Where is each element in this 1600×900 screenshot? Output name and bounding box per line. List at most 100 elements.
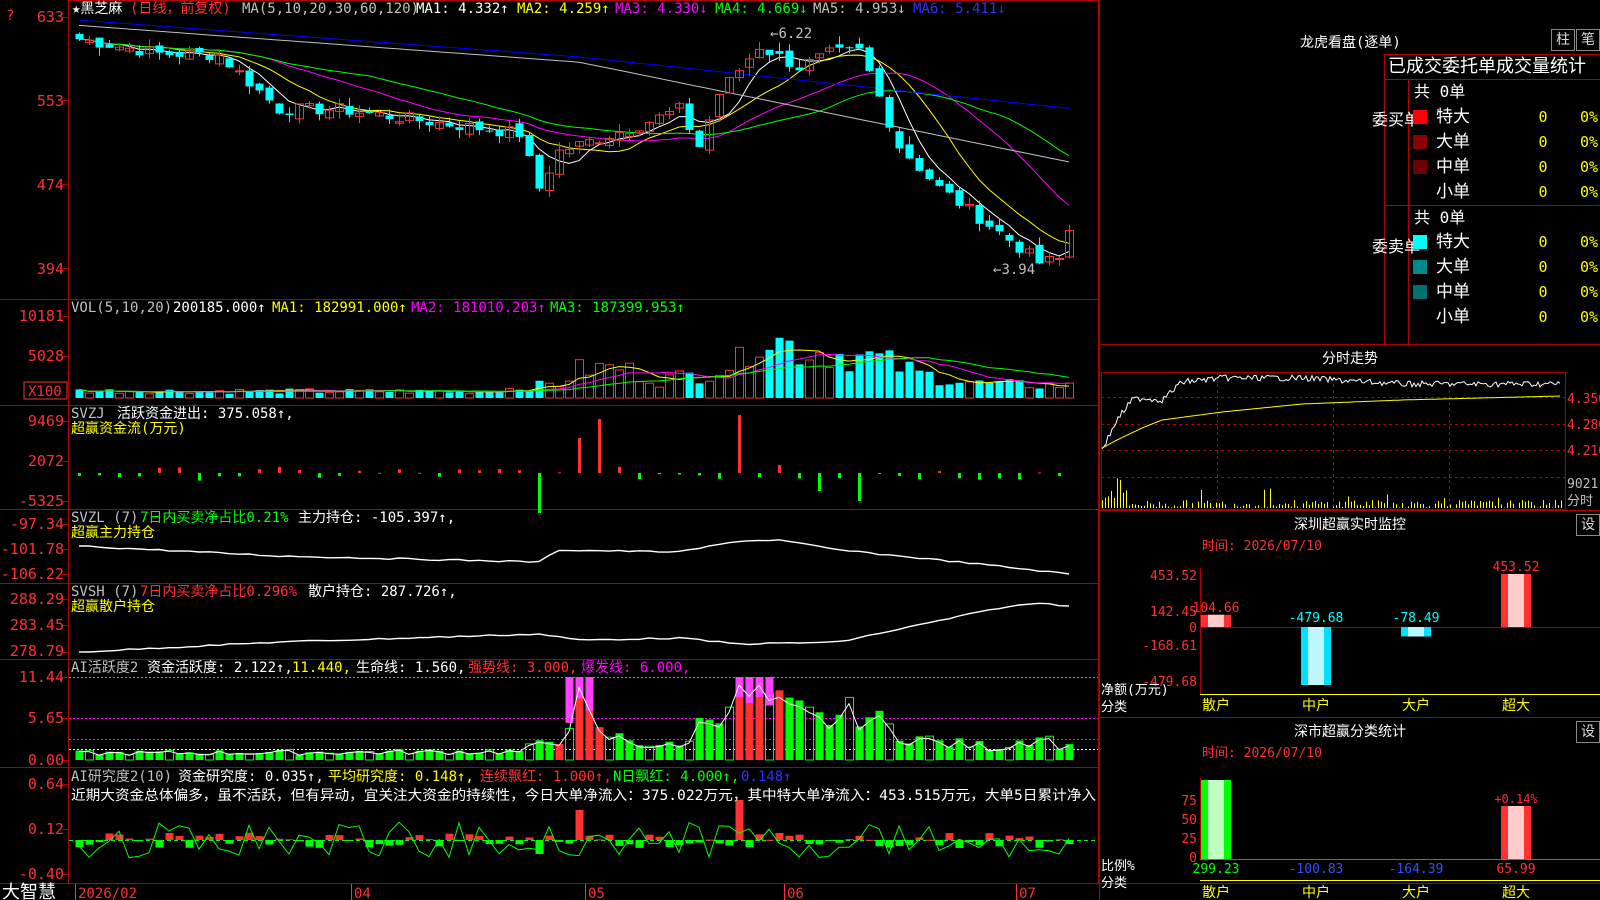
kline-chart[interactable]: 633 553 474 394 10181 5028 9469 2072 -53… [0, 0, 1600, 900]
active-tick-3: 0.00 [28, 751, 64, 769]
intraday-panel: 分时走势 4.350 4.280 4.210 9021 分时 [1101, 351, 1600, 510]
intraday-vol-label: 9021 [1567, 477, 1598, 492]
vol-tick-5028: 5028 [28, 347, 64, 365]
volume-bar [85, 392, 94, 399]
research-bar [715, 840, 724, 844]
research-bar [505, 836, 514, 840]
svzj-tick-3: -5325 [19, 492, 64, 510]
sz-class-settings-button[interactable]: 设 [1576, 721, 1600, 743]
active-bar [795, 700, 804, 760]
svzj-bar [578, 438, 581, 473]
volume-bar [815, 352, 824, 399]
buy-label: 委买单 [1372, 110, 1420, 129]
research-bar [845, 839, 854, 841]
intraday-tick-1: 4.350 [1567, 392, 1600, 407]
volume-bar [895, 371, 904, 398]
szc-x-title: 分类 [1101, 876, 1127, 891]
candle-body [365, 110, 374, 113]
corner-mark: ? [6, 8, 14, 24]
time-label-may: 05 [588, 886, 605, 900]
candle-body [195, 47, 204, 53]
time-axis: 大智慧 2026/02 04 05 06 07 [2, 882, 1036, 900]
period-label: (日线，前复权) [130, 0, 231, 17]
sz-monitor-title: 深圳超赢实时监控 [1294, 516, 1406, 533]
volume-bar [175, 391, 184, 398]
candle-body [225, 58, 234, 68]
sz-tick-1: 453.52 [1150, 569, 1197, 584]
svzj-bar [418, 472, 421, 474]
ma5-value: MA5: 4.953↓ [813, 1, 906, 17]
svzj-bar [598, 419, 601, 473]
research-bar [735, 800, 744, 840]
svzj-bar [558, 472, 561, 474]
szc-tick-2: 50 [1181, 813, 1197, 828]
svzj-bar [98, 473, 101, 476]
svzj-bar [818, 473, 821, 491]
volume-bar [675, 370, 684, 399]
sell-row-label: 特大 [1436, 232, 1470, 252]
sz-monitor-settings-button[interactable]: 设 [1576, 514, 1600, 536]
candle-body [1015, 241, 1024, 253]
candle-body [795, 67, 804, 71]
sell-row-swatch [1413, 285, 1427, 299]
candle-body [975, 204, 984, 224]
sz-tick-4: -168.61 [1142, 639, 1197, 654]
research-bar [815, 840, 824, 845]
volume-bar [855, 354, 864, 398]
active-bar [605, 736, 614, 761]
volume-bar [325, 391, 334, 399]
svzj-bar [718, 473, 721, 479]
svzj-bar [498, 469, 501, 473]
active-bar [1055, 748, 1064, 760]
buy-row-count: 0 [1538, 183, 1547, 201]
active-bar [595, 727, 604, 760]
candle-body [1035, 244, 1044, 264]
price-tick-633: 633 [37, 8, 64, 26]
svzj-bar [518, 470, 521, 473]
volume-bar [505, 387, 514, 399]
svzj-bar [638, 473, 641, 480]
volume-bar [845, 371, 854, 398]
volume-bar [995, 381, 1004, 398]
sz-tick-2: 142.45 [1150, 605, 1197, 620]
research-title: AI研究度2(10) [71, 769, 172, 785]
research-item3: 连续飘红: 1.000↑, [480, 768, 612, 785]
active-bar [935, 740, 944, 760]
svzj-bar [778, 465, 781, 473]
svzj-bar [958, 473, 961, 479]
chart-stage: 633 553 474 394 10181 5028 9469 2072 -53… [0, 0, 1600, 900]
svsh-tick-1: 288.29 [10, 590, 64, 608]
research-bar [615, 840, 624, 846]
svzj-subtitle: 超赢资金流(万元) [71, 420, 186, 437]
sz-class-value: 65.99 [1496, 862, 1535, 877]
volume-bar [1015, 380, 1024, 398]
pen-mode-button[interactable]: 笔 [1576, 29, 1600, 51]
buy-row-swatch [1413, 110, 1427, 124]
svzj-bar [858, 473, 861, 501]
sz-y-title: 净额(万元) [1101, 683, 1169, 698]
research-bar [455, 840, 464, 841]
bar-mode-button[interactable]: 柱 [1551, 29, 1575, 51]
sz-monitor-value: -479.68 [1289, 611, 1344, 626]
sz-class-category: 大户 [1402, 884, 1430, 900]
volume-bar [825, 366, 834, 399]
price-tick-553: 553 [37, 92, 64, 110]
sell-label: 委卖单 [1372, 237, 1420, 256]
candle-body [425, 121, 434, 126]
svzj-bar [678, 473, 681, 475]
svzj-bar [738, 415, 741, 473]
sz-class-panel: 深市超赢分类统计 时间: 2026/07/10 75 50 25 0 比例% 分… [1101, 723, 1600, 900]
sz-class-value: -100.83 [1289, 862, 1344, 877]
research-bar [745, 840, 754, 848]
svzj-bar [258, 469, 261, 473]
candle-body [245, 70, 254, 87]
volume-bar [115, 392, 124, 399]
sz-x-title: 分类 [1101, 700, 1127, 715]
candle-body [455, 127, 464, 131]
candle-body [925, 169, 934, 180]
active-bar [585, 703, 594, 760]
active-tick-1: 11.44 [19, 668, 64, 686]
volume-bar [915, 370, 924, 398]
volume-bar [575, 359, 584, 399]
sell-row-pct: 0% [1580, 233, 1598, 251]
